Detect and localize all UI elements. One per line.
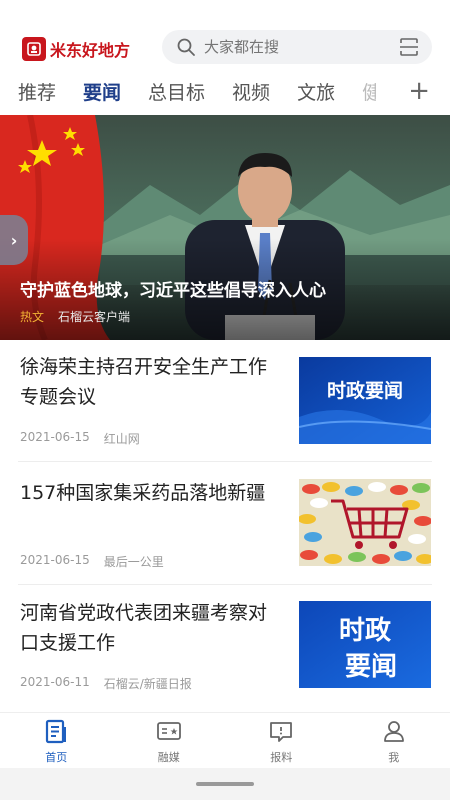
nav-media[interactable]: 融媒 <box>113 713 226 768</box>
news-meta: 2021-06-11 石榴云/新疆日报 <box>20 675 192 692</box>
add-tab-icon[interactable]: + <box>408 78 430 104</box>
news-title[interactable]: 徐海荣主持召开安全生产工作专题会议 <box>20 352 282 412</box>
search-icon <box>177 38 195 56</box>
hot-tag: 热文 <box>20 310 45 324</box>
category-tabs: 推荐 要闻 总目标 视频 文旅 健 + <box>0 72 450 110</box>
search-input[interactable] <box>204 38 398 56</box>
tab-health[interactable]: 健 <box>362 78 376 105</box>
home-icon <box>46 719 67 744</box>
news-thumbnail[interactable]: 时政要闻 <box>299 357 431 444</box>
nav-profile[interactable]: 我 <box>338 713 450 768</box>
scan-icon[interactable] <box>398 36 420 58</box>
news-date: 2021-06-15 <box>20 553 90 567</box>
news-thumbnail[interactable] <box>299 479 431 566</box>
nav-report[interactable]: 报料 <box>225 713 338 768</box>
profile-icon <box>383 721 404 742</box>
pills-cart-thumb-icon <box>299 479 431 566</box>
politics-news-thumb-icon: 时政要闻 <box>299 357 431 444</box>
hero-title[interactable]: 守护蓝色地球，习近平这些倡导深入人心 <box>20 276 440 301</box>
news-title[interactable]: 河南省党政代表团来疆考察对口支援工作 <box>20 598 282 658</box>
side-drawer-handle[interactable]: › <box>0 215 28 265</box>
thumb-text: 时政要闻 <box>327 379 403 402</box>
app-logo[interactable]: 米东好地方 <box>22 34 130 64</box>
thumb-text-line2: 要闻 <box>345 652 397 682</box>
nav-label: 报料 <box>270 751 293 764</box>
news-meta: 2021-06-15 最后一公里 <box>20 553 164 570</box>
news-date: 2021-06-15 <box>20 430 90 444</box>
hero-image <box>0 115 450 340</box>
politics-news-thumb-icon: 时政 要闻 <box>299 601 431 688</box>
nav-label: 首页 <box>45 751 68 764</box>
tab-headlines[interactable]: 要闻 <box>83 78 121 105</box>
bottom-navigation: 首页 融媒 报料 我 <box>0 712 450 768</box>
news-source: 红山网 <box>103 432 140 446</box>
tab-general-goal[interactable]: 总目标 <box>148 78 205 105</box>
news-source: 最后一公里 <box>103 555 164 569</box>
home-indicator[interactable] <box>196 782 254 786</box>
thumb-text-line1: 时政 <box>339 615 391 646</box>
hero-banner[interactable]: › <box>0 115 450 340</box>
tab-recommend[interactable]: 推荐 <box>18 78 56 105</box>
report-icon <box>270 722 293 742</box>
nav-label: 融媒 <box>157 751 180 764</box>
search-bar[interactable] <box>162 30 432 64</box>
hero-meta: 热文 石榴云客户端 <box>20 308 130 325</box>
logo-emblem-icon <box>22 37 46 61</box>
system-navigation-bar <box>0 768 450 800</box>
app-name: 米东好地方 <box>50 41 131 60</box>
nav-label: 我 <box>388 751 400 764</box>
divider <box>18 461 432 462</box>
tab-video[interactable]: 视频 <box>232 78 270 105</box>
news-thumbnail[interactable]: 时政 要闻 <box>299 601 431 688</box>
divider <box>18 584 432 585</box>
news-meta: 2021-06-15 红山网 <box>20 430 140 447</box>
news-source: 石榴云/新疆日报 <box>103 677 192 691</box>
hero-source: 石榴云客户端 <box>58 310 131 324</box>
media-icon <box>156 722 181 740</box>
news-title[interactable]: 157种国家集采药品落地新疆 <box>20 478 282 508</box>
app-header: 米东好地方 <box>0 0 450 70</box>
nav-home[interactable]: 首页 <box>0 713 113 768</box>
news-date: 2021-06-11 <box>20 675 90 689</box>
tab-culture-tourism[interactable]: 文旅 <box>297 78 335 105</box>
